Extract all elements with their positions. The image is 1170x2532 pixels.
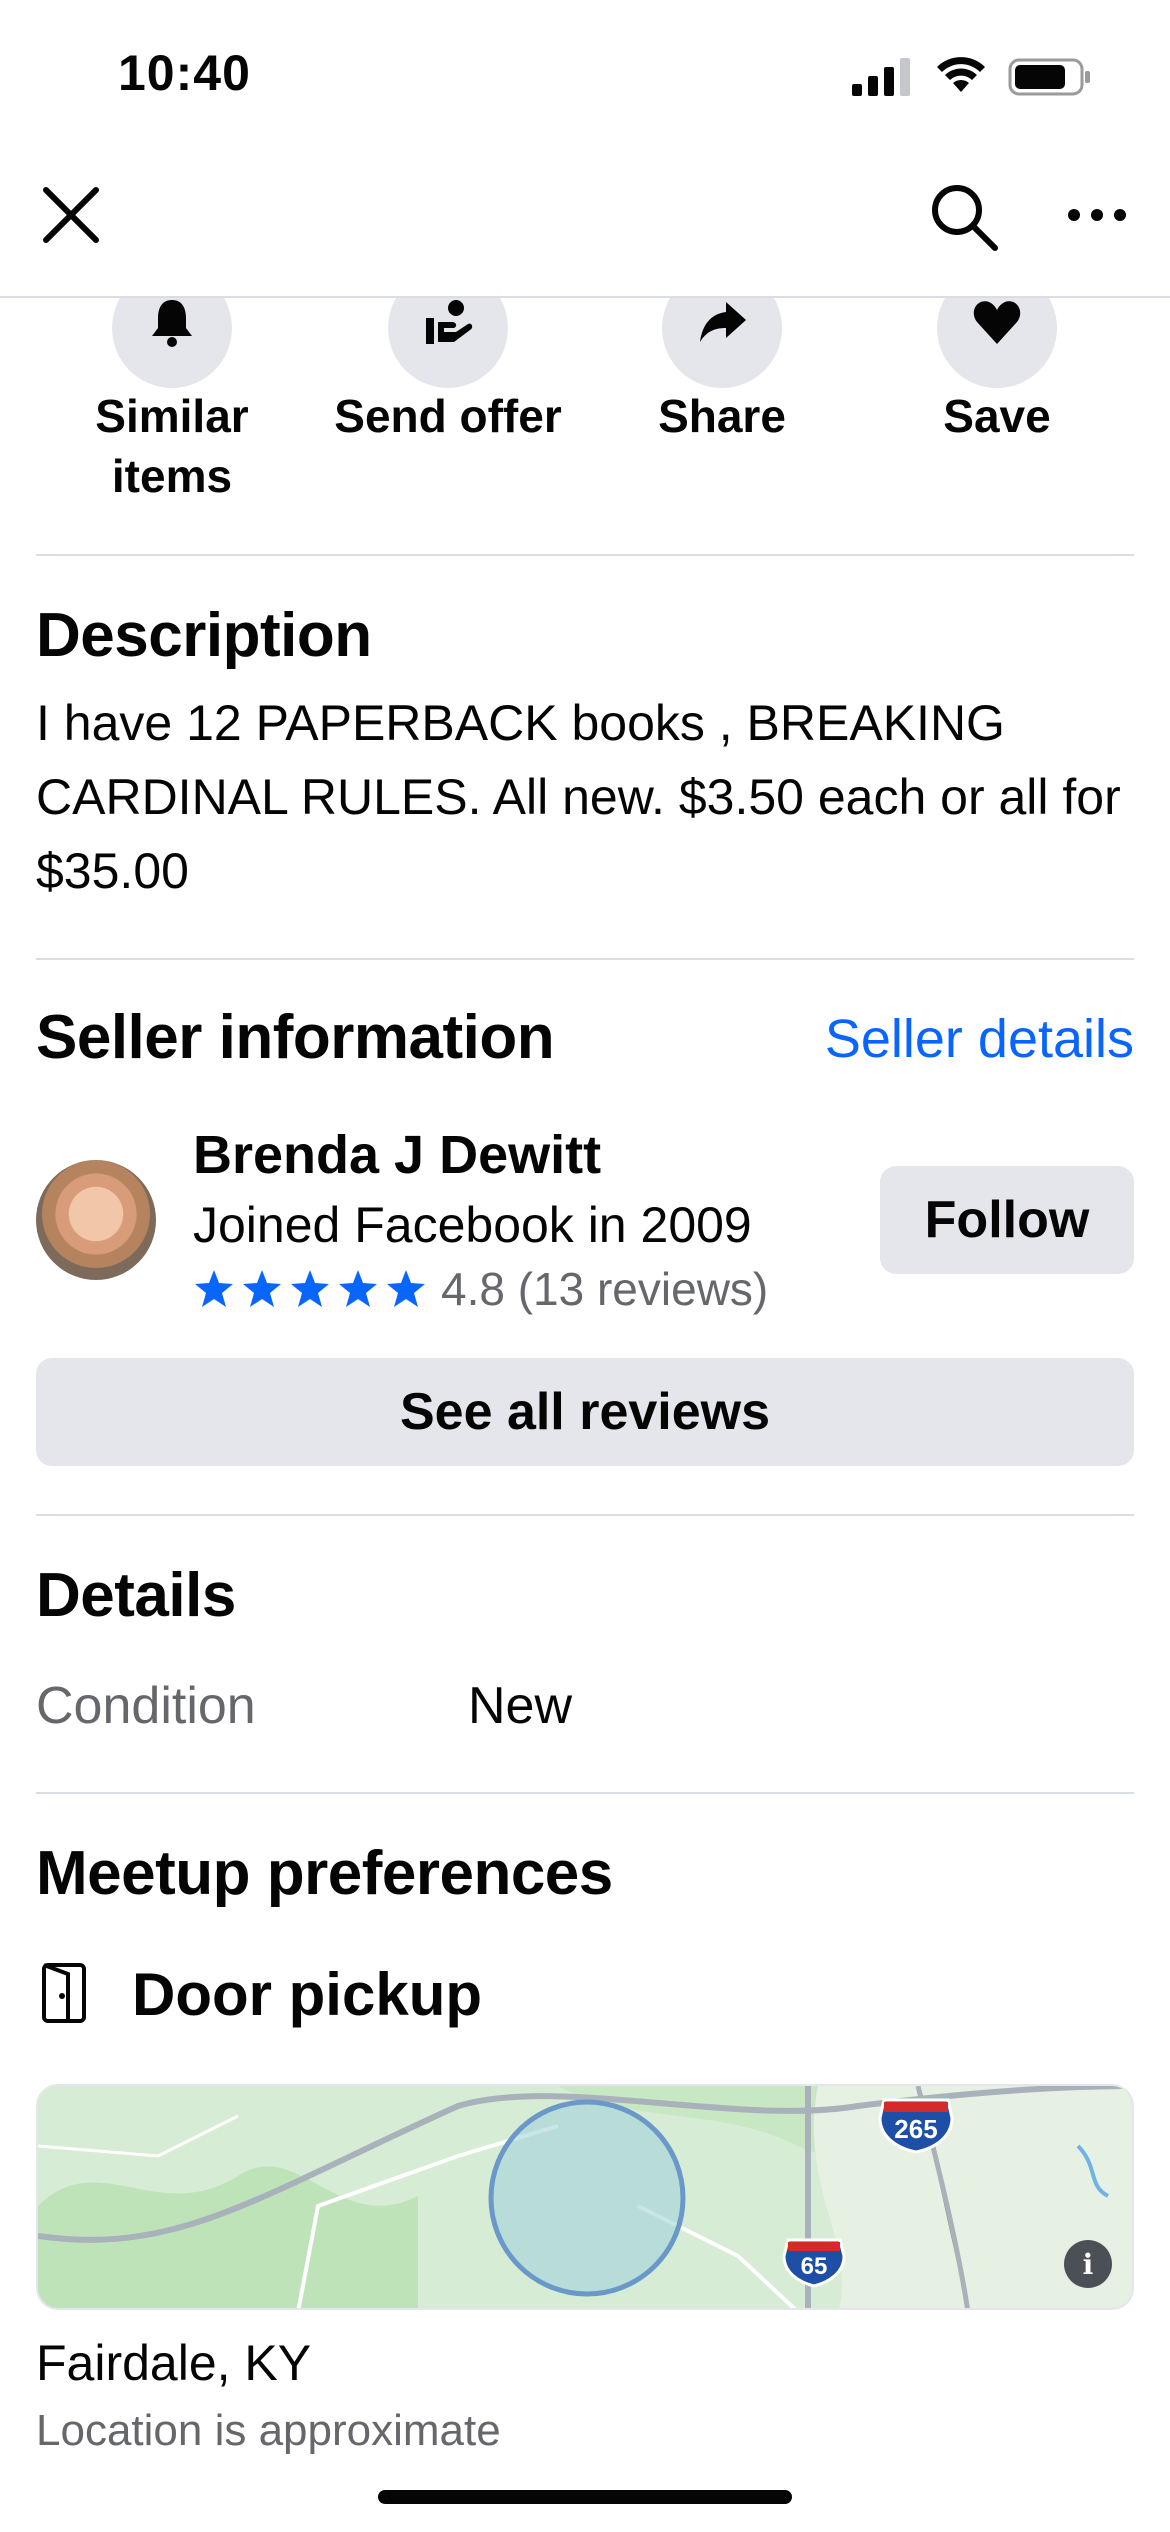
close-icon[interactable] — [36, 180, 106, 250]
status-time: 10:40 — [118, 45, 251, 101]
location-note: Location is approximate — [36, 2406, 501, 2455]
map-info-icon[interactable]: i — [1064, 2240, 1112, 2288]
condition-value: New — [468, 1677, 573, 1735]
offer-hand-icon — [426, 300, 473, 344]
bell-icon — [152, 300, 192, 347]
share-icon-bg — [662, 298, 782, 388]
map-background: 265 65 — [38, 2086, 1132, 2308]
wifi-icon — [937, 57, 985, 92]
battery-icon — [1008, 58, 1090, 96]
similar-items-label: Similar items — [95, 390, 249, 502]
door-icon — [42, 1963, 86, 2023]
similar-items-icon-bg — [112, 298, 232, 388]
rating-stars — [193, 1268, 427, 1310]
door-pickup-label: Door pickup — [132, 1961, 483, 2028]
send-offer-icon-bg — [388, 298, 508, 388]
details-title: Details — [36, 1561, 236, 1630]
seller-joined: Joined Facebook in 2009 — [193, 1197, 752, 1253]
action-row: Similar items Send offer Share Save — [0, 298, 1170, 554]
heart-icon — [973, 301, 1021, 344]
divider — [36, 1792, 1134, 1794]
location-map[interactable]: 265 65 i — [36, 2084, 1134, 2310]
interstate-265-shield: 265 — [894, 2114, 937, 2144]
top-nav — [0, 150, 1170, 298]
home-indicator[interactable] — [378, 2490, 792, 2504]
star-icon — [387, 1270, 425, 1307]
divider — [36, 554, 1134, 556]
seller-info-title: Seller information — [36, 1003, 555, 1072]
interstate-65-shield: 65 — [801, 2253, 828, 2280]
seller-rating: 4.8 (13 reviews) — [193, 1262, 768, 1316]
status-bar: 10:40 — [0, 0, 1170, 150]
share-arrow-icon — [700, 302, 746, 342]
seller-details-link[interactable]: Seller details — [825, 1008, 1134, 1070]
see-all-reviews-button[interactable]: See all reviews — [36, 1358, 1134, 1466]
location-name: Fairdale, KY — [36, 2335, 312, 2391]
seller-avatar[interactable] — [36, 1160, 156, 1280]
divider — [36, 1514, 1134, 1516]
description-text: I have 12 PAPERBACK books , BREAKING CAR… — [36, 695, 1121, 899]
share-label: Share — [658, 390, 786, 442]
save-label: Save — [943, 390, 1051, 442]
star-icon — [195, 1270, 233, 1307]
meetup-title: Meetup preferences — [36, 1839, 613, 1908]
divider — [36, 958, 1134, 960]
send-offer-label: Send offer — [334, 390, 562, 442]
star-icon — [339, 1270, 377, 1307]
condition-label: Condition — [36, 1677, 256, 1735]
star-icon — [243, 1270, 281, 1307]
follow-button[interactable]: Follow — [880, 1166, 1134, 1274]
signal-icon — [852, 58, 910, 96]
star-icon — [291, 1270, 329, 1307]
save-icon-bg — [937, 298, 1057, 388]
rating-text: 4.8 (13 reviews) — [441, 1263, 769, 1315]
description-title: Description — [36, 601, 372, 670]
more-icon[interactable] — [1066, 190, 1128, 240]
search-icon[interactable] — [925, 178, 1001, 254]
seller-name[interactable]: Brenda J Dewitt — [193, 1124, 601, 1186]
